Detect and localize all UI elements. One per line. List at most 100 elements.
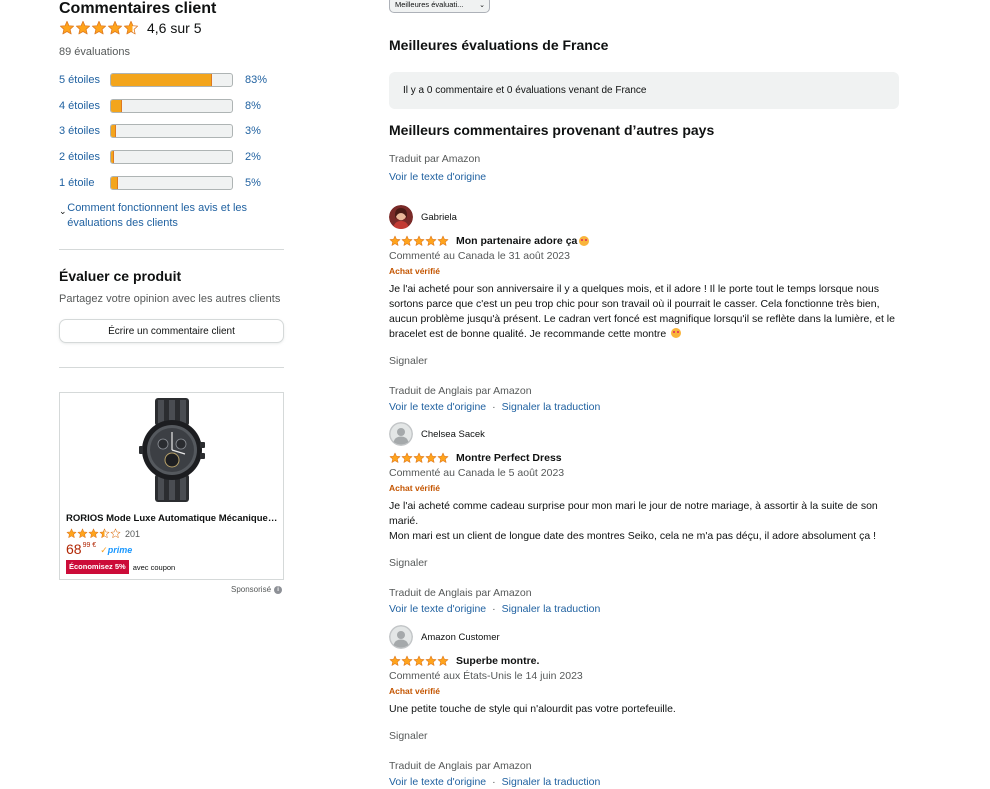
sort-dropdown-value[interactable]: Meilleures évaluati...	[395, 0, 463, 9]
report-translation-link[interactable]: Signaler la traduction	[502, 603, 601, 615]
report-review-link[interactable]: Signaler	[389, 355, 901, 368]
review-text: Une petite touche de style qui n'alourdi…	[389, 703, 676, 715]
ad-rating[interactable]: 201	[66, 528, 140, 539]
ad-product-title[interactable]: RORIOS Mode Luxe Automatique Mécanique M…	[66, 513, 278, 524]
review-author[interactable]: Gabriela	[389, 205, 901, 229]
histogram-label[interactable]: 3 étoiles	[59, 125, 110, 137]
review-title[interactable]: Mon partenaire adore ça	[456, 235, 577, 247]
star-icon	[425, 235, 437, 247]
see-original-link[interactable]: Voir le texte d'origine	[389, 776, 486, 788]
star-icon	[413, 235, 425, 247]
histogram-label[interactable]: 2 étoiles	[59, 151, 110, 163]
translated-by-amazon: Traduit par Amazon	[389, 153, 481, 165]
watch-image[interactable]	[135, 398, 209, 502]
star-icon	[88, 528, 99, 539]
histogram-bar[interactable]	[110, 150, 233, 165]
histogram-bar[interactable]	[110, 98, 233, 113]
translated-from-english: Traduit de Anglais par Amazon	[389, 587, 532, 599]
review-username[interactable]: Gabriela	[421, 212, 457, 223]
france-empty-notice: Il y a 0 commentaire et 0 évaluations ve…	[389, 72, 899, 109]
see-original-link[interactable]: Voir le texte d'origine	[389, 603, 486, 615]
coupon-text: avec coupon	[132, 562, 176, 572]
histogram-label[interactable]: 4 étoiles	[59, 100, 110, 112]
report-translation-link[interactable]: Signaler la traduction	[502, 401, 601, 413]
review-translation-links: Voir le texte d'origine · Signaler la trad…	[389, 603, 901, 616]
sponsored-label[interactable]: Sponsorisé i	[231, 585, 283, 594]
report-review-link[interactable]: Signaler	[389, 730, 901, 743]
review-author[interactable]: Chelsea Sacek	[389, 422, 901, 446]
histogram-fill	[111, 125, 116, 138]
star-icon	[110, 528, 121, 539]
ad-stars-icon	[66, 528, 121, 539]
histogram-percent[interactable]: 83%	[245, 74, 267, 86]
average-stars-icon	[59, 20, 139, 36]
star-icon	[437, 452, 449, 464]
histogram-bar[interactable]	[110, 73, 233, 87]
france-reviews-title: Meilleures évaluations de France	[389, 37, 609, 53]
review-username[interactable]: Chelsea Sacek	[421, 429, 485, 440]
how-reviews-work-text[interactable]: Comment fonctionnent les avis et les éva…	[67, 201, 269, 231]
sort-dropdown[interactable]: Meilleures évaluati... ⌄	[389, 0, 490, 13]
review-date-location: Commenté aux États-Unis le 14 juin 2023	[389, 670, 583, 682]
review-translation-links: Voir le texte d'origine · Signaler la trad…	[389, 776, 901, 789]
report-translation-link[interactable]: Signaler la traduction	[502, 776, 601, 788]
histogram-fill	[111, 151, 115, 164]
report-review-link[interactable]: Signaler	[389, 557, 901, 570]
star-icon	[413, 452, 425, 464]
histogram-row-2[interactable]: 2 étoiles 2%	[59, 149, 285, 165]
histogram-row-3[interactable]: 3 étoiles 3%	[59, 123, 285, 139]
review-item: Amazon Customer Superbe montre. Commenté…	[389, 625, 901, 789]
see-original-text-link[interactable]: Voir le texte d'origine	[389, 171, 486, 183]
histogram-label[interactable]: 5 étoiles	[59, 74, 110, 86]
star-icon	[66, 528, 77, 539]
divider	[59, 367, 284, 368]
histogram-label[interactable]: 1 étoile	[59, 177, 110, 189]
review-title[interactable]: Montre Perfect Dress	[456, 452, 562, 464]
chevron-down-icon: ⌄	[59, 206, 67, 216]
how-reviews-work-link[interactable]: ⌄ Comment fonctionnent les avis et les é…	[59, 201, 269, 231]
histogram-percent[interactable]: 2%	[245, 151, 261, 163]
review-author[interactable]: Amazon Customer	[389, 625, 901, 649]
histogram-row-1[interactable]: 1 étoile 5%	[59, 175, 285, 191]
smile-emoji-icon	[671, 328, 682, 338]
average-rating[interactable]: 4,6 sur 5	[59, 20, 201, 36]
histogram-row-5[interactable]: 5 étoiles 83%	[59, 72, 285, 88]
evaluate-product-subtitle: Partagez votre opinion avec les autres c…	[59, 293, 281, 305]
star-icon	[59, 20, 75, 36]
write-review-button[interactable]: Écrire un commentaire client	[59, 319, 284, 343]
review-title-row[interactable]: Montre Perfect Dress	[389, 451, 901, 465]
heart-eyes-emoji-icon	[579, 236, 590, 246]
separator: ·	[492, 401, 496, 413]
histogram-fill	[111, 74, 213, 86]
review-text: Mon mari est un client de longue date de…	[389, 530, 877, 542]
star-icon	[107, 20, 123, 36]
review-date-location: Commenté au Canada le 5 août 2023	[389, 467, 565, 479]
ad-rating-count[interactable]: 201	[125, 529, 140, 539]
histogram-bar[interactable]	[110, 175, 233, 190]
star-icon	[123, 20, 139, 36]
review-title[interactable]: Superbe montre.	[456, 655, 539, 667]
histogram-row-4[interactable]: 4 étoiles 8%	[59, 98, 285, 114]
avatar	[389, 205, 413, 229]
sponsored-text[interactable]: Sponsorisé	[231, 585, 271, 594]
star-icon	[401, 655, 413, 667]
info-icon[interactable]: i	[274, 585, 283, 594]
review-body: Une petite touche de style qui n'alourdi…	[389, 702, 899, 717]
histogram-percent[interactable]: 5%	[245, 177, 261, 189]
star-icon	[425, 655, 437, 667]
review-username[interactable]: Amazon Customer	[421, 632, 500, 643]
verified-purchase-badge: Achat vérifié	[389, 686, 441, 696]
review-title-row[interactable]: Mon partenaire adore ça	[389, 234, 901, 248]
histogram-percent[interactable]: 8%	[245, 100, 261, 112]
sponsored-product-card[interactable]: RORIOS Mode Luxe Automatique Mécanique M…	[59, 392, 284, 580]
review-title-row[interactable]: Superbe montre.	[389, 654, 901, 668]
default-avatar-icon	[389, 625, 413, 649]
review-body: Je l'ai acheté pour son anniversaire il …	[389, 282, 899, 342]
histogram-bar[interactable]	[110, 124, 233, 139]
default-avatar-icon	[389, 422, 413, 446]
see-original-link[interactable]: Voir le texte d'origine	[389, 401, 486, 413]
savings-badge: Économisez 5%	[66, 560, 129, 574]
star-icon	[99, 528, 110, 539]
review-stars-icon	[389, 655, 449, 667]
histogram-percent[interactable]: 3%	[245, 125, 261, 137]
